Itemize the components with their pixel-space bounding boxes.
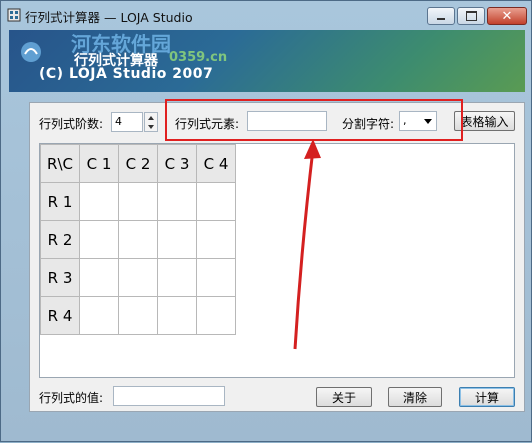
- table-row: R 1: [40, 182, 236, 221]
- spin-down-icon[interactable]: [145, 122, 157, 131]
- row-header: R 2: [40, 220, 80, 259]
- grid-cell[interactable]: [118, 182, 158, 221]
- watermark-logo-icon: [21, 42, 41, 62]
- banner: 河东软件园 0359.cn 行列式计算器 (C) LOJA Studio 200…: [9, 30, 525, 92]
- column-header: C 1: [79, 144, 119, 183]
- close-icon: ✕: [501, 8, 513, 24]
- matrix-grid-area: R\C C 1 C 2 C 3 C 4 R 1 R 2 R 3 R 4: [39, 143, 515, 378]
- grid-cell[interactable]: [79, 182, 119, 221]
- row-header: R 4: [40, 296, 80, 335]
- highlight-box: [165, 99, 463, 141]
- about-button[interactable]: 关于: [316, 387, 372, 407]
- title-bar[interactable]: 行列式计算器 — LOJA Studio ✕: [1, 1, 531, 29]
- window-title: 行列式计算器 — LOJA Studio: [25, 10, 193, 25]
- spin-up-icon[interactable]: [145, 113, 157, 122]
- row-header: R 3: [40, 258, 80, 297]
- table-row: R\C C 1 C 2 C 3 C 4: [40, 144, 236, 183]
- table-row: R 4: [40, 296, 236, 335]
- grid-cell[interactable]: [157, 182, 197, 221]
- maximize-button[interactable]: [457, 7, 485, 25]
- table-row: R 3: [40, 258, 236, 297]
- result-field[interactable]: [113, 386, 225, 406]
- maximize-icon: [465, 11, 477, 21]
- column-header: C 3: [157, 144, 197, 183]
- grid-cell[interactable]: [79, 296, 119, 335]
- order-label: 行列式阶数:: [39, 117, 104, 131]
- row-header: R 1: [40, 182, 80, 221]
- result-label: 行列式的值:: [39, 391, 104, 405]
- grid-cell[interactable]: [157, 258, 197, 297]
- watermark-url: 0359.cn: [169, 50, 228, 65]
- grid-cell[interactable]: [157, 296, 197, 335]
- matrix-grid: R\C C 1 C 2 C 3 C 4 R 1 R 2 R 3 R 4: [40, 144, 236, 335]
- column-header: C 4: [196, 144, 236, 183]
- app-icon: [7, 8, 21, 22]
- grid-cell[interactable]: [118, 296, 158, 335]
- grid-corner-header: R\C: [40, 144, 80, 183]
- grid-cell[interactable]: [118, 220, 158, 259]
- compute-button[interactable]: 计算: [459, 387, 515, 407]
- grid-cell[interactable]: [196, 220, 236, 259]
- grid-cell[interactable]: [79, 220, 119, 259]
- grid-cell[interactable]: [118, 258, 158, 297]
- grid-cell[interactable]: [196, 182, 236, 221]
- table-input-button[interactable]: 表格输入: [454, 111, 515, 131]
- order-input[interactable]: 4: [111, 112, 143, 132]
- table-row: R 2: [40, 220, 236, 259]
- minimize-icon: [437, 18, 445, 20]
- minimize-button[interactable]: [427, 7, 455, 25]
- grid-cell[interactable]: [157, 220, 197, 259]
- clear-button[interactable]: 清除: [388, 387, 442, 407]
- order-spinner[interactable]: [144, 112, 158, 132]
- close-button[interactable]: ✕: [487, 7, 527, 25]
- grid-cell[interactable]: [196, 258, 236, 297]
- grid-cell[interactable]: [79, 258, 119, 297]
- banner-subtitle: (C) LOJA Studio 2007: [39, 66, 214, 82]
- column-header: C 2: [118, 144, 158, 183]
- app-window: 行列式计算器 — LOJA Studio ✕ 河东软件园 0359.cn 行列式…: [0, 0, 532, 442]
- grid-cell[interactable]: [196, 296, 236, 335]
